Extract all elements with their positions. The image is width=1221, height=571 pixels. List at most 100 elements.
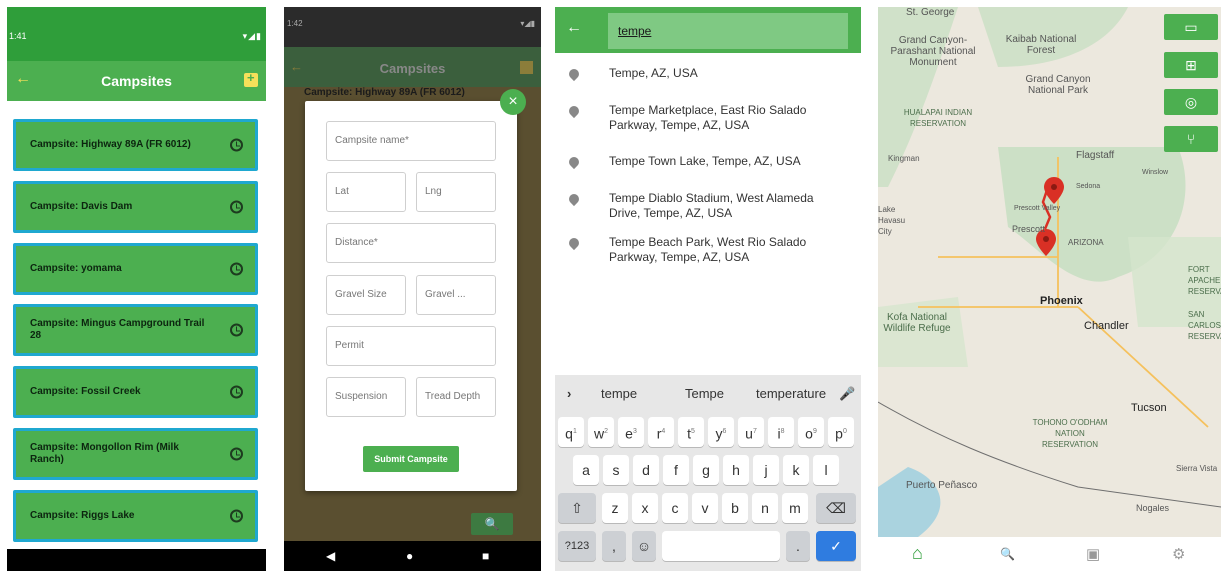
kb-key-v[interactable]: v <box>692 493 718 523</box>
lat-field[interactable]: Lat <box>326 172 406 212</box>
kb-suggestion[interactable]: Tempe <box>685 386 724 401</box>
nav-home-icon[interactable]: ● <box>406 549 413 563</box>
route-icon[interactable]: ⑂ <box>1164 126 1218 152</box>
kb-key-m[interactable]: m <box>782 493 808 523</box>
kb-key-y[interactable]: y6 <box>708 417 734 447</box>
kb-numkey[interactable]: ?123 <box>558 531 596 561</box>
kb-key-e[interactable]: e3 <box>618 417 644 447</box>
kb-key-f[interactable]: f <box>663 455 689 485</box>
nav-recent-icon[interactable]: ■ <box>482 549 489 563</box>
map-pin-icon <box>566 66 582 82</box>
campsite-card[interactable]: Campsite: Fossil Creek <box>13 366 258 418</box>
search-icon[interactable]: 🔍 <box>1000 547 1015 561</box>
kb-key-j[interactable]: j <box>753 455 779 485</box>
page-title: Campsites <box>379 61 446 76</box>
keyboard: › tempe Tempe temperature 🎤 q1 w2 e3 r4 t5 y6… <box>555 375 861 571</box>
enter-icon[interactable]: ✓ <box>816 531 856 561</box>
campsite-card-label: Campsite: Highway 89A (FR 6012) <box>30 139 191 150</box>
app-bar: ← Campsites <box>284 47 541 87</box>
kb-period[interactable]: . <box>786 531 810 561</box>
search-bar: ← tempe <box>555 7 861 53</box>
clock-icon <box>230 262 243 276</box>
kb-key-q[interactable]: q1 <box>558 417 584 447</box>
clock-icon <box>230 385 243 399</box>
kb-suggestion[interactable]: temperature <box>756 386 826 401</box>
kb-key-t[interactable]: t5 <box>678 417 704 447</box>
kb-key-z[interactable]: z <box>602 493 628 523</box>
nav-back-icon[interactable]: ◀ <box>326 549 335 563</box>
submit-campsite-button[interactable]: Submit Campsite <box>363 446 459 472</box>
kb-key-a[interactable]: a <box>573 455 599 485</box>
campsite-card-label: Campsite: Davis Dam <box>30 201 133 212</box>
kb-key-d[interactable]: d <box>633 455 659 485</box>
kb-key-k[interactable]: k <box>783 455 809 485</box>
kb-key-c[interactable]: c <box>662 493 688 523</box>
gravel-type-field[interactable]: Gravel ... <box>416 275 496 315</box>
map-view[interactable]: St. George Grand Canyon-Parashant Nation… <box>878 7 1221 537</box>
kb-key-l[interactable]: l <box>813 455 839 485</box>
back-arrow-icon[interactable]: ← <box>566 19 582 37</box>
system-nav-bar <box>7 549 266 571</box>
campsite-card[interactable]: Campsite: Mingus Campground Trail 28 <box>13 304 258 356</box>
status-bar: 1:41 ▾◢▮ <box>7 7 266 61</box>
kb-key-i[interactable]: i8 <box>768 417 794 447</box>
kb-key-b[interactable]: b <box>722 493 748 523</box>
kb-key-h[interactable]: h <box>723 455 749 485</box>
kb-comma[interactable]: , <box>602 531 626 561</box>
permit-field[interactable]: Permit <box>326 326 496 366</box>
campsite-card[interactable]: Campsite: yomama <box>13 243 258 295</box>
shift-icon[interactable]: ⇧ <box>558 493 596 523</box>
profile-icon[interactable]: ▣ <box>1086 545 1100 563</box>
campsite-name-field[interactable]: Campsite name* <box>326 121 496 161</box>
campsite-card[interactable]: Campsite: Davis Dam <box>13 181 258 233</box>
add-marker-icon[interactable]: ⊞ <box>1164 52 1218 78</box>
backspace-icon[interactable]: ⌫ <box>816 493 856 523</box>
kb-key-hint: 8 <box>780 428 785 435</box>
kb-key-p[interactable]: p0 <box>828 417 854 447</box>
kb-space[interactable] <box>662 531 780 561</box>
kb-key-hint: 6 <box>722 428 727 435</box>
close-icon[interactable]: × <box>500 89 526 115</box>
suspension-field[interactable]: Suspension <box>326 377 406 417</box>
kb-key-n[interactable]: n <box>752 493 778 523</box>
mic-icon[interactable]: 🎤 <box>839 386 855 402</box>
gravel-size-field[interactable]: Gravel Size <box>326 275 406 315</box>
kb-suggestion[interactable]: tempe <box>601 386 637 401</box>
map-pin-icon <box>566 235 582 251</box>
keyboard-suggestions: › tempe Tempe temperature 🎤 <box>555 375 861 409</box>
gear-icon[interactable]: ⚙ <box>1172 545 1185 563</box>
kb-key-hint: 3 <box>632 428 637 435</box>
distance-field[interactable]: Distance* <box>326 223 496 263</box>
kb-key-g[interactable]: g <box>693 455 719 485</box>
campsite-list-screen: 1:41 ▾◢▮ ← Campsites Campsite: Highway 8… <box>7 7 266 571</box>
kb-key-o[interactable]: o9 <box>798 417 824 447</box>
kb-key-x[interactable]: x <box>632 493 658 523</box>
expand-icon[interactable]: › <box>567 386 571 401</box>
place-search-screen: ← tempe Tempe, AZ, USA Tempe Marketplace… <box>555 7 861 571</box>
status-time: 1:41 <box>9 31 27 41</box>
kb-key-r[interactable]: r4 <box>648 417 674 447</box>
kb-key-u[interactable]: u7 <box>738 417 764 447</box>
bottom-nav: ⌂ 🔍 ▣ ⚙ <box>878 537 1221 571</box>
calendar-plus-icon[interactable] <box>520 61 533 74</box>
kb-key-hint: 2 <box>604 428 609 435</box>
kb-key-w[interactable]: w2 <box>588 417 614 447</box>
signal-battery-icon: ▾◢▮ <box>520 19 535 28</box>
locate-icon[interactable]: ◎ <box>1164 89 1218 115</box>
kb-key-hint: 4 <box>661 428 666 435</box>
campsite-card-label: Campsite: yomama <box>30 263 122 274</box>
search-icon[interactable]: 🔍 <box>471 513 513 535</box>
add-campsite-screen: 1:42 ▾◢▮ ← Campsites Campsite: Highway 8… <box>284 7 541 571</box>
emoji-icon[interactable]: ☺ <box>632 531 656 561</box>
tread-depth-field[interactable]: Tread Depth <box>416 377 496 417</box>
lng-field[interactable]: Lng <box>416 172 496 212</box>
search-input[interactable]: tempe <box>608 13 848 49</box>
kb-key-s[interactable]: s <box>603 455 629 485</box>
map-icon[interactable]: ▭ <box>1164 14 1218 40</box>
calendar-plus-icon[interactable] <box>244 70 258 87</box>
campsite-card[interactable]: Campsite: Mongollon Rim (Milk Ranch) <box>13 428 258 480</box>
map-screen: St. George Grand Canyon-Parashant Nation… <box>878 7 1221 571</box>
campsite-card[interactable]: Campsite: Riggs Lake <box>13 490 258 542</box>
campsite-card[interactable]: Campsite: Highway 89A (FR 6012) <box>13 119 258 171</box>
home-icon[interactable]: ⌂ <box>912 543 923 564</box>
